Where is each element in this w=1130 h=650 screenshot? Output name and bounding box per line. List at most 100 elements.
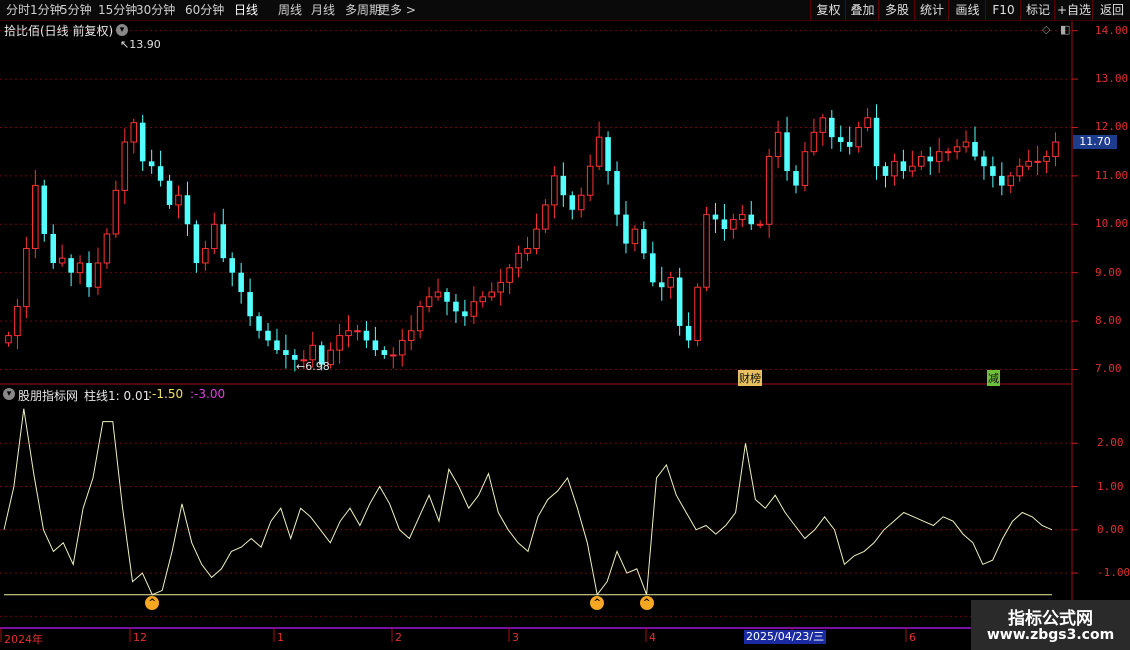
candle-body-34 bbox=[309, 344, 317, 361]
candle-body-70 bbox=[631, 228, 639, 245]
candle-body-101 bbox=[909, 165, 916, 172]
candle-body-74 bbox=[667, 277, 674, 288]
candle-body-37 bbox=[336, 335, 343, 351]
signal-marker-icon[interactable]: ^ bbox=[590, 595, 605, 610]
candle-body-52 bbox=[470, 301, 478, 317]
candle-body-23 bbox=[211, 223, 218, 249]
candle-body-103 bbox=[927, 156, 934, 162]
low-value: 6.98 bbox=[305, 360, 330, 373]
candle-body-80 bbox=[721, 219, 728, 230]
diamond-icon[interactable]: ◇ bbox=[1042, 23, 1050, 36]
candle-body-110 bbox=[990, 166, 996, 176]
candle-body-60 bbox=[542, 204, 549, 230]
candle-body-97 bbox=[873, 117, 880, 167]
indicator-axis-label-3: -1.00 bbox=[1097, 566, 1130, 580]
candle-body-94 bbox=[846, 142, 853, 147]
candle-body-50 bbox=[453, 301, 459, 312]
price-axis-label-2: 12.00 bbox=[1095, 120, 1129, 134]
candle-body-21 bbox=[193, 224, 200, 263]
candle-body-113 bbox=[1016, 165, 1024, 177]
candle-body-96 bbox=[864, 117, 871, 128]
date-label-3: 2 bbox=[395, 631, 402, 644]
candle-body-30 bbox=[274, 340, 280, 351]
candle-body-66 bbox=[595, 136, 603, 167]
candle-body-91 bbox=[819, 117, 827, 133]
indicator-axis-label-2: 0.00 bbox=[1097, 522, 1124, 536]
candle-body-87 bbox=[784, 132, 790, 172]
candle-body-58 bbox=[524, 247, 531, 254]
date-label-0: 2024年 bbox=[4, 633, 43, 646]
candle-body-47 bbox=[425, 296, 433, 308]
candle-body-68 bbox=[614, 171, 620, 215]
date-label-2: 1 bbox=[277, 631, 284, 644]
candle-body-9 bbox=[86, 263, 92, 288]
event-tag-1[interactable]: 财榜 bbox=[738, 370, 762, 386]
candle-body-102 bbox=[918, 156, 925, 167]
candle-body-86 bbox=[774, 131, 782, 158]
candle-body-117 bbox=[1052, 141, 1059, 158]
candle-body-38 bbox=[345, 330, 352, 337]
candle-body-106 bbox=[953, 146, 961, 153]
candle-body-22 bbox=[202, 247, 209, 264]
candle-body-99 bbox=[891, 160, 898, 177]
highlighted-date[interactable]: 2025/04/23/三 bbox=[744, 630, 827, 644]
candle-body-112 bbox=[1007, 175, 1015, 187]
candle-body-67 bbox=[605, 137, 611, 172]
candle-body-88 bbox=[793, 171, 799, 186]
candle-body-72 bbox=[650, 253, 656, 283]
chart-frame bbox=[0, 21, 1130, 642]
candle-body-83 bbox=[748, 214, 755, 225]
candle-body-24 bbox=[220, 224, 227, 259]
candle-body-16 bbox=[148, 161, 155, 167]
series-value-2: :-1.50 bbox=[148, 387, 184, 401]
current-price-tag: 11.70 bbox=[1073, 135, 1117, 149]
candle-body-116 bbox=[1043, 156, 1050, 162]
series-name: 柱线1: bbox=[84, 389, 120, 403]
candle-body-104 bbox=[935, 151, 943, 162]
candle-body-42 bbox=[381, 350, 388, 355]
candle-body-45 bbox=[407, 330, 415, 341]
indicator-axis-label-1: 1.00 bbox=[1097, 479, 1124, 493]
candle-body-77 bbox=[694, 286, 701, 341]
indicator-expand-icon[interactable]: ▾ bbox=[3, 388, 15, 400]
main-panel-title: 拾比佰(日线 前复权) bbox=[4, 24, 114, 38]
candle-body-0 bbox=[5, 335, 12, 344]
candle-body-78 bbox=[703, 214, 710, 288]
indicator-line bbox=[3, 408, 1053, 596]
candle-body-56 bbox=[506, 267, 513, 283]
candle-body-48 bbox=[434, 291, 442, 298]
chevron-down-icon[interactable]: ▾ bbox=[116, 24, 128, 36]
candle-body-115 bbox=[1034, 160, 1041, 163]
candle-body-62 bbox=[560, 175, 567, 196]
candle-body-15 bbox=[139, 122, 146, 162]
low-label: ←6.98 bbox=[296, 360, 330, 373]
candle-body-76 bbox=[685, 325, 692, 341]
watermark-url: www.zbgs3.com bbox=[986, 627, 1115, 643]
watermark-title: 指标公式网 bbox=[1008, 609, 1093, 629]
candle-body-51 bbox=[462, 311, 468, 317]
candle-body-49 bbox=[444, 292, 450, 302]
candle-body-55 bbox=[497, 281, 504, 293]
candle-body-40 bbox=[363, 330, 370, 341]
candle-body-3 bbox=[32, 185, 39, 249]
candle-body-20 bbox=[184, 195, 191, 225]
event-tag-2[interactable]: 减 bbox=[987, 370, 1000, 386]
candle-body-14 bbox=[130, 122, 138, 143]
candle-body-71 bbox=[641, 229, 647, 254]
candle-body-90 bbox=[810, 131, 818, 153]
signal-marker-icon[interactable]: ^ bbox=[145, 595, 160, 610]
price-axis-label-6: 8.00 bbox=[1095, 314, 1122, 328]
candle-body-92 bbox=[829, 117, 835, 138]
candle-body-18 bbox=[166, 180, 173, 205]
date-label-7: 6 bbox=[909, 631, 916, 644]
candle-body-61 bbox=[551, 175, 558, 206]
panel-toggle-icon[interactable]: ◧ bbox=[1060, 23, 1070, 36]
candle-body-69 bbox=[623, 214, 629, 244]
candle-body-4 bbox=[41, 185, 48, 234]
series-value-3: :-3.00 bbox=[190, 387, 226, 401]
high-label: ↖13.90 bbox=[120, 38, 161, 51]
candle-body-46 bbox=[416, 306, 424, 332]
signal-marker-icon[interactable]: ^ bbox=[639, 595, 654, 610]
candle-body-100 bbox=[900, 161, 907, 172]
candle-body-43 bbox=[390, 354, 397, 357]
